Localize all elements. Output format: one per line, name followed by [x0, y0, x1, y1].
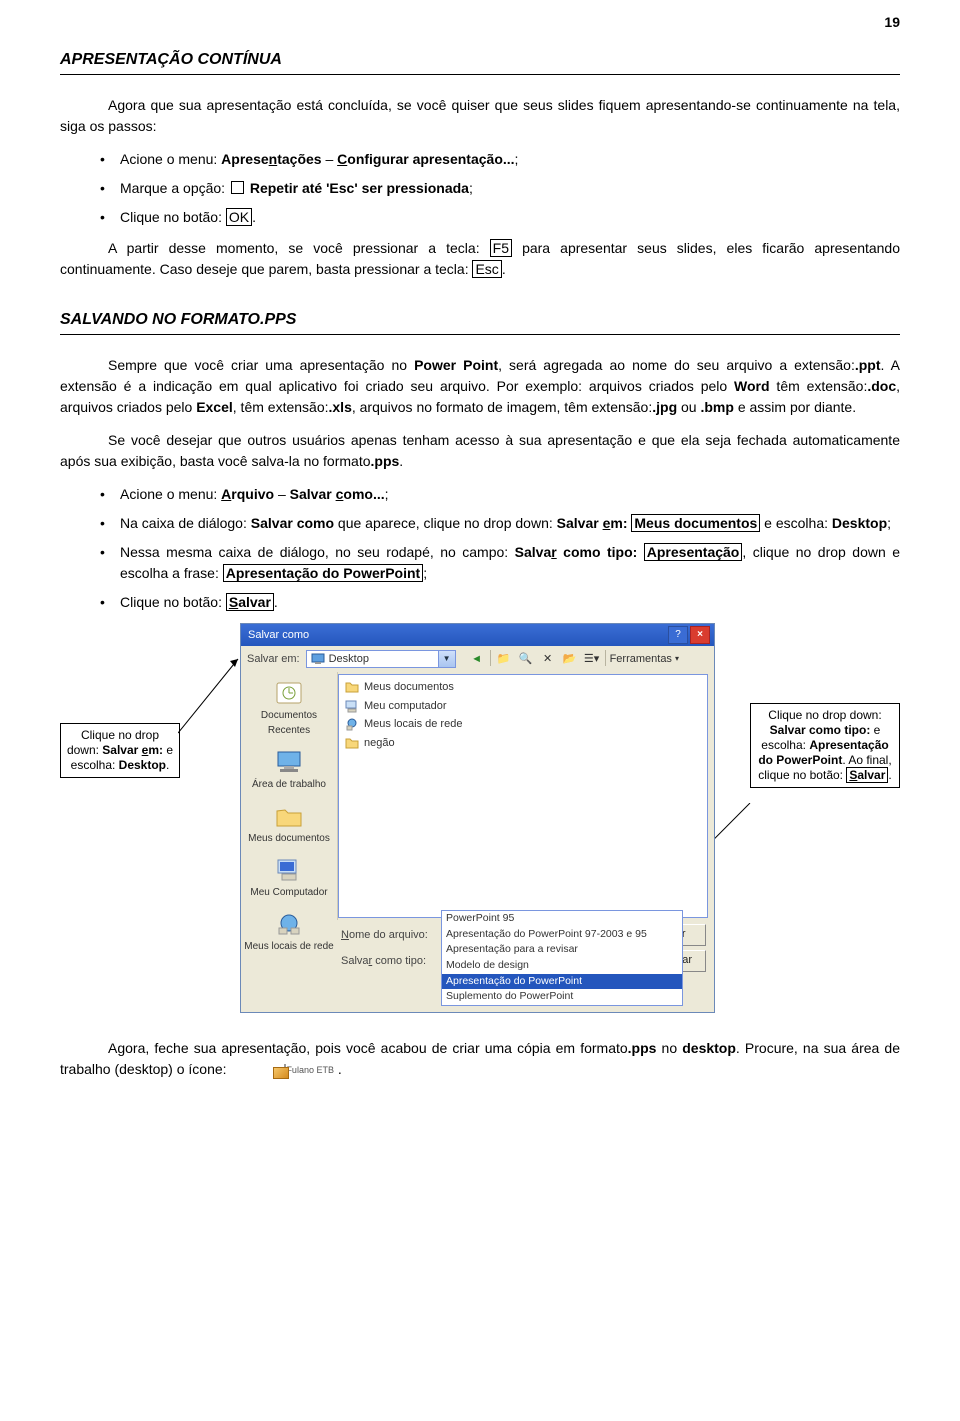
dialog-toolbar: Salvar em: Desktop ▼ ◄ 📁 🔍 ✕ 📂 ☰▾	[241, 646, 714, 672]
list-item[interactable]: Meus documentos	[345, 678, 701, 697]
arrow-to-savein	[178, 653, 248, 743]
place-mycomputer[interactable]: Meu Computador	[243, 853, 335, 905]
section2-closing: Agora, feche sua apresentação, pois você…	[60, 1038, 900, 1080]
type-option[interactable]: Apresentação do PowerPoint 97-2003 e 95	[442, 927, 682, 943]
save-as-dialog: Salvar como ? × Salvar em: Desktop ▼ ◄ 📁…	[240, 623, 715, 1013]
section1-closing: A partir desse momento, se você pression…	[60, 238, 900, 280]
type-label: Salvar como tipo:	[341, 953, 433, 970]
new-folder-icon[interactable]: 📂	[561, 650, 579, 668]
apresentacao-ppt-box: Apresentação do PowerPoint	[223, 564, 423, 582]
section1-steps: Acione o menu: Apresentações – Configura…	[60, 149, 900, 228]
desktop-icon	[311, 652, 325, 666]
save-in-combo[interactable]: Desktop ▼	[306, 650, 456, 668]
icon-caption: Fulano ETB	[286, 1065, 334, 1075]
step-click-save: Clique no botão: Salvar.	[120, 592, 900, 613]
close-button[interactable]: ×	[690, 626, 710, 644]
step-choose-location: Na caixa de diálogo: Salvar como que apa…	[120, 513, 900, 534]
ok-box: OK	[226, 208, 252, 226]
place-mydocs[interactable]: Meus documentos	[243, 799, 335, 851]
type-option[interactable]: Modelo de design	[442, 958, 682, 974]
save-in-label: Salvar em:	[247, 651, 300, 668]
help-button[interactable]: ?	[668, 626, 688, 644]
folder-icon	[345, 736, 359, 750]
filename-label: Nome do arquivo:	[341, 927, 433, 944]
section1-intro: Agora que sua apresentação está concluíd…	[60, 95, 900, 137]
type-option-selected[interactable]: Apresentação do PowerPoint	[442, 974, 682, 990]
places-bar: Documentos Recentes Área de trabalho Meu…	[241, 672, 338, 920]
save-in-value: Desktop	[329, 651, 369, 668]
search-icon[interactable]: 🔍	[517, 650, 535, 668]
page-number: 19	[884, 12, 900, 33]
type-option[interactable]: Suplemento do PowerPoint	[442, 989, 682, 1005]
mydocs-place-icon	[273, 802, 305, 830]
step-click-ok: Clique no botão: OK.	[120, 207, 900, 228]
heading-save-pps: SALVANDO NO FORMATO.PPS	[60, 308, 900, 335]
up-folder-icon[interactable]: 📁	[495, 650, 513, 668]
place-desktop[interactable]: Área de trabalho	[243, 745, 335, 797]
list-item[interactable]: Meus locais de rede	[345, 715, 701, 734]
desktop-place-icon	[273, 748, 305, 776]
recent-docs-icon	[273, 679, 305, 707]
saveas-figure: Clique no drop down: Salvar em: e escolh…	[60, 623, 900, 1018]
f5-key: F5	[490, 239, 512, 257]
salvar-box: Salvar	[226, 593, 274, 611]
chevron-down-icon[interactable]: ▼	[438, 651, 455, 667]
section2-para1: Sempre que você criar uma apresentação n…	[60, 355, 900, 418]
place-recent[interactable]: Documentos Recentes	[243, 676, 335, 743]
mydocs-box: Meus documentos	[631, 514, 760, 532]
section2-steps: Acione o menu: Arquivo – Salvar como...;…	[60, 484, 900, 613]
type-option[interactable]: Apresentação para a revisar	[442, 942, 682, 958]
file-list[interactable]: Meus documentos Meu computador Meus loca…	[338, 674, 708, 918]
step-menu-saveas: Acione o menu: Arquivo – Salvar como...;	[120, 484, 900, 505]
apresentacao-box: Apresentação	[644, 543, 743, 561]
dialog-title: Salvar como	[245, 627, 666, 644]
step-menu-configure: Acione o menu: Apresentações – Configura…	[120, 149, 900, 170]
callout-savein: Clique no drop down: Salvar em: e escolh…	[60, 723, 180, 778]
esc-key: Esc	[472, 260, 501, 278]
section2-para2: Se você desejar que outros usuários apen…	[60, 430, 900, 472]
network-icon	[345, 717, 359, 731]
checkbox-icon	[231, 181, 244, 194]
views-icon[interactable]: ☰▾	[583, 650, 601, 668]
callout-savetype: Clique no drop down: Salvar como tipo: e…	[750, 703, 900, 788]
network-place-icon	[273, 910, 305, 938]
dialog-titlebar: Salvar como ? ×	[241, 624, 714, 646]
back-icon[interactable]: ◄	[468, 650, 486, 668]
place-network[interactable]: Meus locais de rede	[243, 907, 335, 959]
step-choose-type: Nessa mesma caixa de diálogo, no seu rod…	[120, 542, 900, 584]
toolbar-icons: ◄ 📁 🔍 ✕ 📂 ☰▾ Ferramentas▾	[468, 650, 679, 668]
computer-icon	[345, 699, 359, 713]
heading-continuous-presentation: APRESENTAÇÃO CONTÍNUA	[60, 48, 900, 75]
list-item[interactable]: Meu computador	[345, 697, 701, 716]
pps-file-icon: Fulano ETB	[236, 1064, 334, 1078]
folder-icon	[345, 680, 359, 694]
delete-icon[interactable]: ✕	[539, 650, 557, 668]
type-option[interactable]: PowerPoint 95	[442, 911, 682, 927]
step-check-repeat: Marque a opção: Repetir até 'Esc' ser pr…	[120, 178, 900, 199]
computer-place-icon	[273, 856, 305, 884]
type-dropdown-list[interactable]: PowerPoint 95 Apresentação do PowerPoint…	[441, 910, 683, 1006]
list-item[interactable]: negão	[345, 734, 701, 753]
tools-menu[interactable]: Ferramentas▾	[610, 650, 679, 668]
